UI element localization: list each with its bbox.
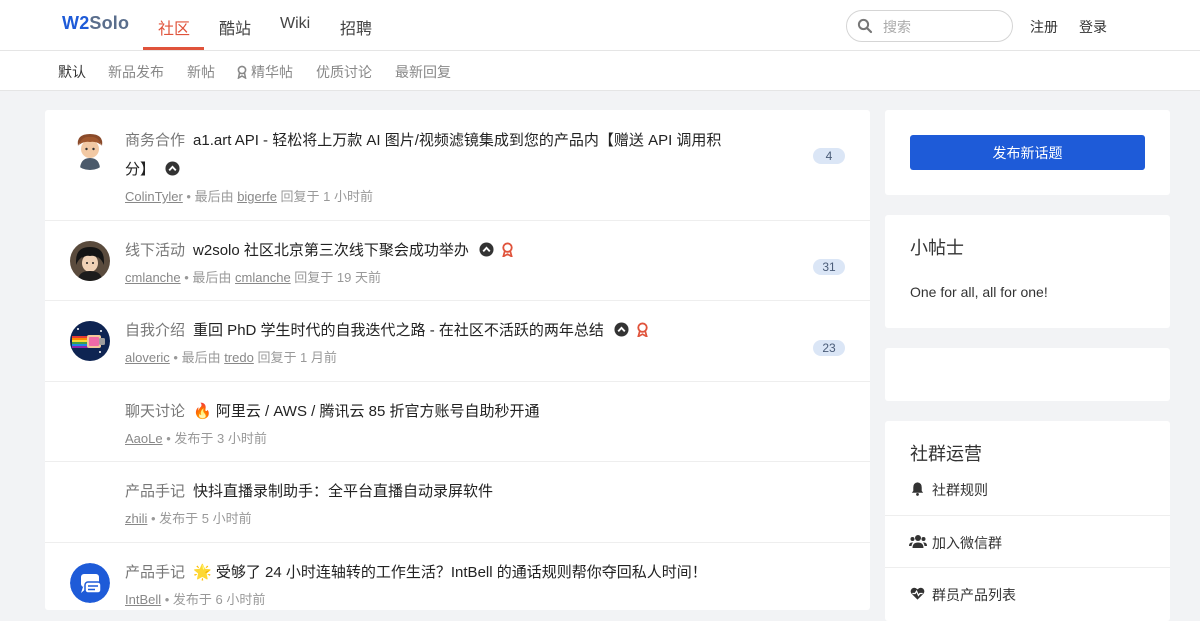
topic-meta: IntBell • 发布于 6 小时前 xyxy=(125,592,266,607)
avatar[interactable] xyxy=(70,321,110,361)
award-icon xyxy=(237,65,247,79)
new-topic-button[interactable]: 发布新话题 xyxy=(910,135,1145,170)
login-link[interactable]: 登录 xyxy=(1079,17,1107,37)
author-link[interactable]: cmlanche xyxy=(125,270,181,285)
topic-node[interactable]: 聊天讨论 xyxy=(125,403,185,420)
users-icon xyxy=(909,535,927,548)
topic-link[interactable]: 快抖直播录制助手：全平台直播自动录屏软件 xyxy=(193,483,493,500)
filter-latest-replies[interactable]: 最新回复 xyxy=(395,62,451,82)
topic-title: 线下活动 w2solo 社区北京第三次线下聚会成功举办 xyxy=(125,236,765,265)
last-replier-link[interactable]: tredo xyxy=(224,350,254,365)
empty-card xyxy=(885,348,1170,401)
pinned-icon xyxy=(479,242,494,257)
wechat-group-link[interactable]: 加入微信群 xyxy=(885,515,1170,567)
rules-link[interactable]: 社群规则 xyxy=(885,463,1170,515)
topic-link[interactable]: w2solo 社区北京第三次线下聚会成功举办 xyxy=(193,242,469,259)
topic-row: 产品手记 快抖直播录制助手：全平台直播自动录屏软件 zhili • 发布于 5 小… xyxy=(45,462,870,543)
topic-link[interactable]: 🌟 受够了 24 小时连轴转的工作生活？IntBell 的通话规则帮你夺回私人时… xyxy=(193,564,707,581)
topic-row: 自我介绍 重回 PhD 学生时代的自我迭代之路 - 在社区不活跃的两年总结 alo… xyxy=(45,301,870,382)
topic-node[interactable]: 产品手记 xyxy=(125,564,185,581)
pinned-icon xyxy=(614,322,629,337)
search-box[interactable] xyxy=(846,10,1013,42)
nav-community[interactable]: 社区 xyxy=(158,15,190,39)
bell-icon xyxy=(911,482,924,496)
topic-link[interactable]: 重回 PhD 学生时代的自我迭代之路 - 在社区不活跃的两年总结 xyxy=(193,322,604,339)
topic-node[interactable]: 线下活动 xyxy=(125,242,185,259)
top-navbar: W2Solo 社区 酷站 Wiki 招聘 注册 登录 xyxy=(0,0,1200,51)
topic-title: 产品手记 快抖直播录制助手：全平台直播自动录屏软件 xyxy=(125,477,765,506)
pinned-icon xyxy=(165,161,180,176)
topic-meta: ColinTyler • 最后由 bigerfe 回复于 1 小时前 xyxy=(125,189,374,204)
topic-node[interactable]: 商务合作 xyxy=(125,132,185,149)
topic-title-continued: 分】 xyxy=(125,155,765,184)
topic-title: 聊天讨论 🔥 阿里云 / AWS / 腾讯云 85 折官方账号自助秒开通 xyxy=(125,397,765,426)
avatar[interactable] xyxy=(70,130,110,170)
award-icon xyxy=(502,242,513,257)
nav-jobs[interactable]: 招聘 xyxy=(340,15,372,39)
filter-default[interactable]: 默认 xyxy=(58,62,86,82)
author-link[interactable]: zhili xyxy=(125,511,147,526)
last-replier-link[interactable]: cmlanche xyxy=(235,270,291,285)
site-logo[interactable]: W2Solo xyxy=(62,13,129,34)
topic-list: 商务合作 a1.art API - 轻松将上万款 AI 图片/视频滤镜集成到您的产… xyxy=(45,110,870,610)
topic-row: 线下活动 w2solo 社区北京第三次线下聚会成功举办 cmlanche • 最后… xyxy=(45,221,870,301)
topic-meta: AaoLe • 发布于 3 小时前 xyxy=(125,431,267,446)
filter-quality-discussion[interactable]: 优质讨论 xyxy=(316,62,372,82)
tips-text: One for all, all for one! xyxy=(910,284,1048,300)
reply-count-badge[interactable]: 31 xyxy=(813,259,845,275)
filter-excellent[interactable]: 精华帖 xyxy=(236,62,293,82)
award-icon xyxy=(637,322,648,337)
heart-pulse-icon xyxy=(910,587,925,600)
topic-row: 聊天讨论 🔥 阿里云 / AWS / 腾讯云 85 折官方账号自助秒开通 AaoL… xyxy=(45,382,870,462)
search-icon xyxy=(857,18,873,34)
author-link[interactable]: ColinTyler xyxy=(125,189,183,204)
topic-meta: zhili • 发布于 5 小时前 xyxy=(125,511,252,526)
member-products-link[interactable]: 群员产品列表 xyxy=(885,567,1170,619)
topic-link[interactable]: 🔥 阿里云 / AWS / 腾讯云 85 折官方账号自助秒开通 xyxy=(193,403,539,420)
topic-title: 产品手记 🌟 受够了 24 小时连轴转的工作生活？IntBell 的通话规则帮你夺… xyxy=(125,558,765,587)
last-replier-link[interactable]: bigerfe xyxy=(237,189,277,204)
topic-meta: aloveric • 最后由 tredo 回复于 1 月前 xyxy=(125,350,337,365)
tips-title: 小帖士 xyxy=(910,238,964,258)
filter-new-posts[interactable]: 新帖 xyxy=(187,62,215,82)
topic-meta: cmlanche • 最后由 cmlanche 回复于 19 天前 xyxy=(125,270,381,285)
nav-wiki[interactable]: Wiki xyxy=(280,15,310,33)
search-input[interactable] xyxy=(883,17,1003,37)
topic-node[interactable]: 产品手记 xyxy=(125,483,185,500)
new-topic-card: 发布新话题 xyxy=(885,110,1170,195)
topic-title: 商务合作 a1.art API - 轻松将上万款 AI 图片/视频滤镜集成到您的产… xyxy=(125,126,765,155)
community-ops-card: 社群运营 社群规则 加入微信群 群员产品列表 xyxy=(885,421,1170,621)
topic-link[interactable]: a1.art API - 轻松将上万款 AI 图片/视频滤镜集成到您的产品内【赠… xyxy=(193,132,721,149)
filter-new-products[interactable]: 新品发布 xyxy=(108,62,164,82)
tips-card: 小帖士 One for all, all for one! xyxy=(885,215,1170,328)
topic-title: 自我介绍 重回 PhD 学生时代的自我迭代之路 - 在社区不活跃的两年总结 xyxy=(125,316,765,345)
active-nav-indicator xyxy=(143,47,204,50)
topic-node[interactable]: 自我介绍 xyxy=(125,322,185,339)
nav-cool-sites[interactable]: 酷站 xyxy=(219,15,251,39)
author-link[interactable]: AaoLe xyxy=(125,431,163,446)
author-link[interactable]: aloveric xyxy=(125,350,170,365)
topic-row: 商务合作 a1.art API - 轻松将上万款 AI 图片/视频滤镜集成到您的产… xyxy=(45,110,870,221)
topic-filter-bar: 默认 新品发布 新帖 精华帖 优质讨论 最新回复 xyxy=(0,51,1200,91)
topic-link-continued[interactable]: 分】 xyxy=(125,161,155,178)
avatar[interactable] xyxy=(70,563,110,603)
reply-count-badge[interactable]: 23 xyxy=(813,340,845,356)
avatar[interactable] xyxy=(70,241,110,281)
register-link[interactable]: 注册 xyxy=(1030,17,1058,37)
reply-count-badge[interactable]: 4 xyxy=(813,148,845,164)
